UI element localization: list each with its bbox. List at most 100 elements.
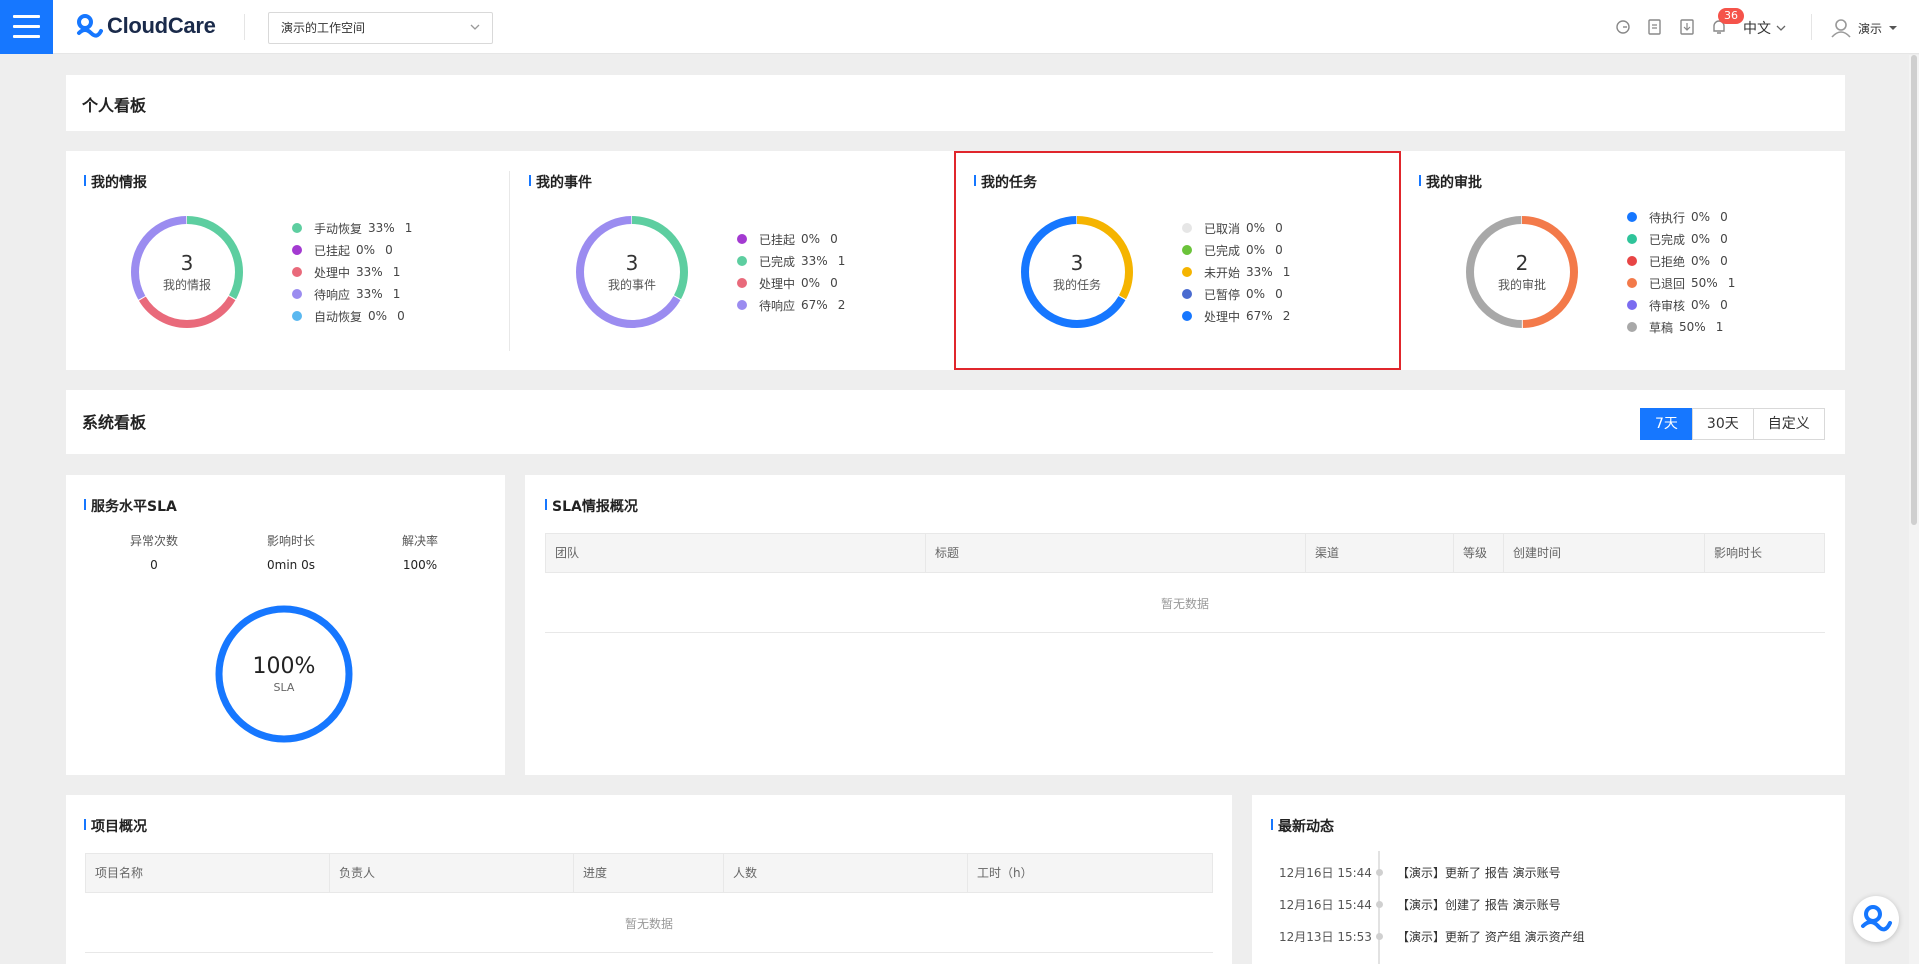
legend-label: 处理中 [314, 265, 351, 280]
page-scrollbar[interactable] [1909, 55, 1919, 964]
legend-dot [1627, 322, 1637, 332]
legend-label: 处理中 [759, 276, 796, 291]
legend-dot [737, 300, 747, 310]
legend-label: 已挂起 [759, 232, 796, 247]
legend-item[interactable]: 已完成 33% 1 [737, 250, 845, 272]
empty-state: 暂无数据 [1160, 597, 1209, 611]
legend-item[interactable]: 已拒绝 0% 0 [1627, 250, 1735, 272]
column-header[interactable]: 创建时间 [1504, 534, 1705, 572]
chevron-down-icon [470, 24, 480, 30]
user-menu[interactable]: 演示 [1830, 17, 1898, 39]
section-title: 我的审批 [1419, 172, 1482, 192]
workspace-select[interactable]: 演示的工作空间 [268, 12, 493, 44]
tab-30-days[interactable]: 30天 [1691, 408, 1754, 440]
section-title: 我的情报 [84, 172, 147, 192]
legend-count: 0 [1720, 254, 1728, 268]
donut-chart[interactable]: 2 我的审批 [1464, 214, 1580, 330]
sla-overview-table-header: 团队 标题 渠道 等级 创建时间 影响时长 [545, 533, 1825, 573]
legend-count: 1 [392, 265, 401, 279]
legend-percent: 67% [801, 298, 828, 312]
legend-count: 1 [404, 221, 413, 235]
legend-item[interactable]: 手动恢复 33% 1 [292, 217, 412, 239]
legend-dot [292, 267, 302, 277]
activity-text: 【演示】更新了 报告 演示账号 [1397, 866, 1561, 880]
stat-label: 异常次数 [129, 534, 178, 548]
header-divider [244, 14, 245, 40]
legend-item[interactable]: 待响应 33% 1 [292, 283, 412, 305]
column-header[interactable]: 工时（h） [968, 854, 1212, 892]
board-section: 我的审批 2 我的审批 待执行 0% 0 已完成 0% 0 已拒绝 0% 0 已退回 50% 1 待审核 0% 0… [1401, 151, 1841, 370]
download-icon[interactable] [1677, 17, 1697, 37]
column-header[interactable]: 等级 [1454, 534, 1504, 572]
legend-label: 草稿 [1649, 320, 1674, 335]
legend-label: 已完成 [759, 254, 796, 269]
logo[interactable]: CloudCare [75, 13, 216, 39]
sla-gauge-label: SLA [273, 681, 295, 694]
column-header[interactable]: 标题 [926, 534, 1306, 572]
scrollbar-thumb[interactable] [1911, 55, 1917, 525]
donut-total: 3 [625, 250, 639, 275]
legend-item[interactable]: 已挂起 0% 0 [292, 239, 412, 261]
stat-value: 0 [150, 558, 158, 572]
activity-item[interactable]: 12月13日 15:53 【演示】更新了 资产组 演示资产组 [1279, 928, 1585, 945]
notification-badge: 36 [1718, 8, 1744, 24]
time-range-tabs: 7天 30天 自定义 [1640, 408, 1825, 440]
legend-item[interactable]: 已退回 50% 1 [1627, 272, 1735, 294]
user-name: 演示 [1858, 21, 1883, 36]
assistant-logo-icon [1861, 905, 1892, 932]
activity-panel: 最新动态 12月16日 15:44 【演示】更新了 报告 演示账号 12月16日 1… [1252, 795, 1845, 964]
top-header: CloudCare 演示的工作空间 36 中文 演示 [0, 0, 1919, 54]
activity-item[interactable]: 12月16日 15:44 【演示】更新了 报告 演示账号 [1279, 864, 1561, 881]
personal-board-title: 个人看板 [82, 96, 147, 115]
column-header[interactable]: 负责人 [330, 854, 574, 892]
legend-percent: 0% [1691, 298, 1711, 312]
legend-item[interactable]: 已挂起 0% 0 [737, 228, 845, 250]
legend-item[interactable]: 待执行 0% 0 [1627, 206, 1735, 228]
activity-title: 最新动态 [1271, 816, 1334, 836]
legend-percent: 50% [1679, 320, 1706, 334]
language-select[interactable]: 中文 [1743, 18, 1787, 38]
activity-time: 12月16日 15:44 [1279, 866, 1372, 880]
column-header[interactable]: 进度 [574, 854, 724, 892]
legend-item[interactable]: 处理中 0% 0 [737, 272, 845, 294]
donut-center: 2 我的审批 [1464, 214, 1580, 330]
activity-item[interactable]: 12月16日 15:44 【演示】创建了 报告 演示账号 [1279, 896, 1561, 913]
legend-item[interactable]: 处理中 33% 1 [292, 261, 412, 283]
projects-table-header: 项目名称 负责人 进度 人数 工时（h） [85, 853, 1213, 893]
assistant-float-button[interactable] [1853, 896, 1899, 942]
legend-percent: 0% [801, 232, 821, 246]
legend-label: 待响应 [314, 287, 351, 302]
column-header[interactable]: 人数 [724, 854, 968, 892]
legend-item[interactable]: 待审核 0% 0 [1627, 294, 1735, 316]
chart-legend: 待执行 0% 0 已完成 0% 0 已拒绝 0% 0 已退回 50% 1 待审核 0% 0 草稿 50% 1 [1627, 206, 1735, 338]
legend-item[interactable]: 自动恢复 0% 0 [292, 305, 412, 327]
projects-title: 项目概况 [84, 816, 147, 836]
legend-item[interactable]: 草稿 50% 1 [1627, 316, 1735, 338]
legend-item[interactable]: 待响应 67% 2 [737, 294, 845, 316]
hamburger-menu-icon[interactable] [0, 0, 53, 54]
sla-gauge-center: 100% SLA [213, 603, 355, 745]
legend-dot [737, 278, 747, 288]
sla-gauge-value: 100% [252, 654, 316, 679]
tab-custom[interactable]: 自定义 [1752, 408, 1825, 440]
tab-7-days[interactable]: 7天 [1640, 408, 1693, 440]
column-header[interactable]: 项目名称 [86, 854, 330, 892]
legend-count: 0 [1720, 232, 1728, 246]
legend-label: 自动恢复 [314, 309, 363, 324]
legend-percent: 33% [368, 221, 395, 235]
refresh-icon[interactable] [1613, 17, 1633, 37]
legend-label: 待执行 [1649, 210, 1686, 225]
donut-chart[interactable]: 3 我的情报 [129, 214, 245, 330]
caret-down-icon [1889, 26, 1898, 30]
donut-chart[interactable]: 3 我的事件 [574, 214, 690, 330]
donut-total: 2 [1515, 250, 1529, 275]
legend-label: 已退回 [1649, 276, 1686, 291]
column-header[interactable]: 团队 [546, 534, 926, 572]
legend-count: 0 [830, 276, 838, 290]
legend-item[interactable]: 已完成 0% 0 [1627, 228, 1735, 250]
column-header[interactable]: 渠道 [1306, 534, 1454, 572]
legend-count: 0 [830, 232, 838, 246]
column-header[interactable]: 影响时长 [1705, 534, 1824, 572]
legend-dot [737, 234, 747, 244]
document-icon[interactable] [1645, 17, 1665, 37]
